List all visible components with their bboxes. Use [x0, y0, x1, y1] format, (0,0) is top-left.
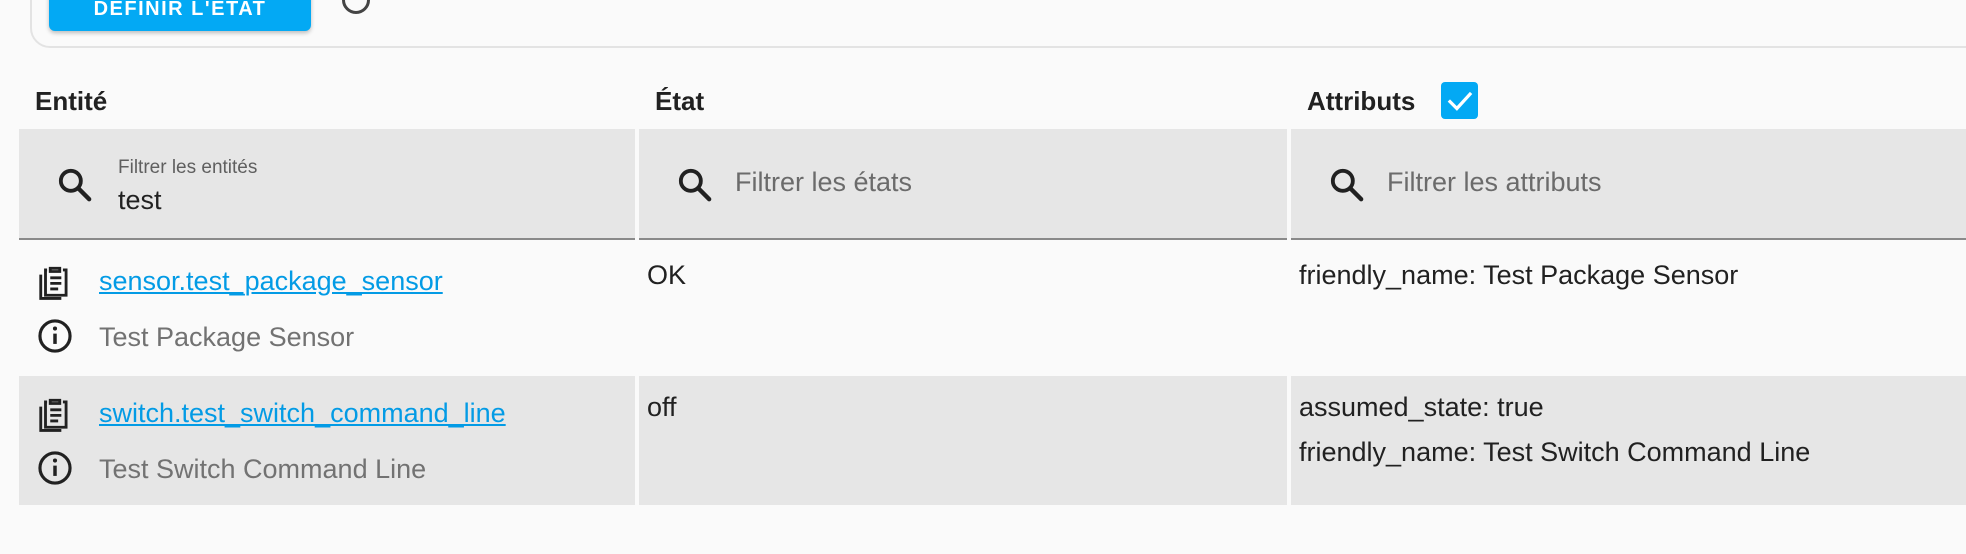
state-value: OK	[647, 260, 687, 290]
state-cell: OK	[639, 244, 1287, 371]
set-state-card	[30, 0, 1966, 48]
friendly-name: Test Package Sensor	[99, 322, 355, 352]
attribute-line: friendly_name: Test Package Sensor	[1299, 260, 1739, 290]
table-row: switch.test_switch_command_line Test Swi…	[19, 376, 1966, 505]
state-value: off	[647, 392, 677, 422]
entity-filter-label: Filtrer les entités	[118, 157, 258, 178]
entity-id-link[interactable]: switch.test_switch_command_line	[99, 398, 506, 429]
entity-cell: switch.test_switch_command_line Test Swi…	[19, 376, 635, 505]
attributes-cell: friendly_name: Test Package Sensor	[1291, 244, 1966, 371]
table-row: sensor.test_package_sensor Test Package …	[19, 244, 1966, 371]
search-icon	[58, 168, 92, 202]
show-attributes-checkbox[interactable]	[1441, 82, 1478, 119]
attributes-filter[interactable]: Filtrer les attributs	[1291, 129, 1966, 240]
column-header-entity: Entité	[35, 86, 108, 116]
state-filter-input[interactable]: Filtrer les états	[735, 167, 912, 198]
info-icon[interactable]	[36, 317, 74, 355]
clipboard-icon[interactable]	[36, 394, 74, 432]
info-icon[interactable]	[36, 449, 74, 487]
set-state-button[interactable]: DÉFINIR L'ÉTAT	[49, 0, 311, 31]
attributes-cell: assumed_state: true friendly_name: Test …	[1291, 376, 1966, 505]
attribute-line: assumed_state: true	[1299, 392, 1544, 422]
entity-id-link[interactable]: sensor.test_package_sensor	[99, 266, 443, 297]
entity-cell: sensor.test_package_sensor Test Package …	[19, 244, 635, 371]
entity-filter-input[interactable]: test	[118, 185, 162, 216]
attributes-filter-input[interactable]: Filtrer les attributs	[1387, 167, 1602, 198]
search-icon	[1330, 168, 1364, 202]
clipboard-icon[interactable]	[36, 262, 74, 300]
friendly-name: Test Switch Command Line	[99, 454, 427, 484]
entity-filter[interactable]: Filtrer les entités test	[19, 129, 635, 240]
search-icon	[678, 168, 712, 202]
column-header-state: État	[655, 86, 705, 116]
state-filter[interactable]: Filtrer les états	[639, 129, 1287, 240]
attribute-line: friendly_name: Test Switch Command Line	[1299, 437, 1811, 467]
state-cell: off	[639, 376, 1287, 505]
column-header-attributes: Attributs	[1307, 86, 1416, 116]
check-icon	[1447, 91, 1472, 111]
